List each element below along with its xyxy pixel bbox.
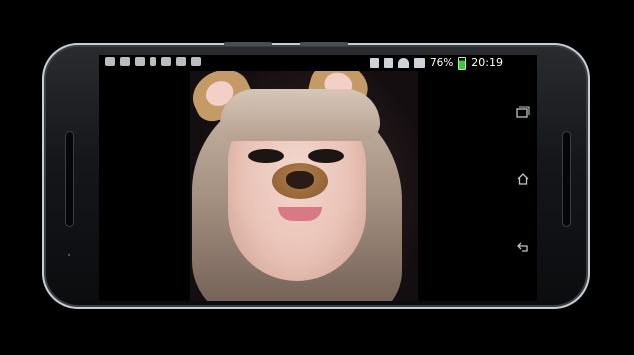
navigation-bar [509,55,537,301]
signal-icon [413,58,425,68]
back-button[interactable] [515,240,531,256]
sim-icon [383,58,393,68]
right-speaker-grille [563,132,570,226]
top-edge-button [300,42,348,46]
left-speaker-grille [66,132,73,226]
touch-icon [150,57,156,66]
shield-icon [120,57,130,66]
clock: 20:19 [471,56,503,69]
wifi-icon [397,58,409,68]
phone-screen: 76% 20:19 [99,55,537,301]
screenshot-icon [191,57,201,66]
recent-apps-icon [516,106,530,118]
bluetooth-icon [369,58,379,68]
top-edge-button [224,42,272,46]
wrench-icon [135,57,145,66]
back-icon [517,242,528,252]
battery-percent: 76% [429,57,454,69]
bangs [220,89,380,141]
eye-left [248,149,284,163]
status-right: 76% 20:19 [369,56,503,70]
home-button[interactable] [515,172,531,188]
recent-apps-button[interactable] [515,105,531,121]
home-icon [517,173,529,185]
status-left-icons [105,57,201,66]
notification-icon [105,57,115,66]
card-icon [176,57,186,66]
notification-led [68,254,70,256]
battery-icon [458,56,467,70]
image-icon [161,57,171,66]
status-bar: 76% 20:19 [99,55,509,71]
camera-preview[interactable] [190,71,418,301]
eye-right [308,149,344,163]
dog-nose [286,171,314,189]
